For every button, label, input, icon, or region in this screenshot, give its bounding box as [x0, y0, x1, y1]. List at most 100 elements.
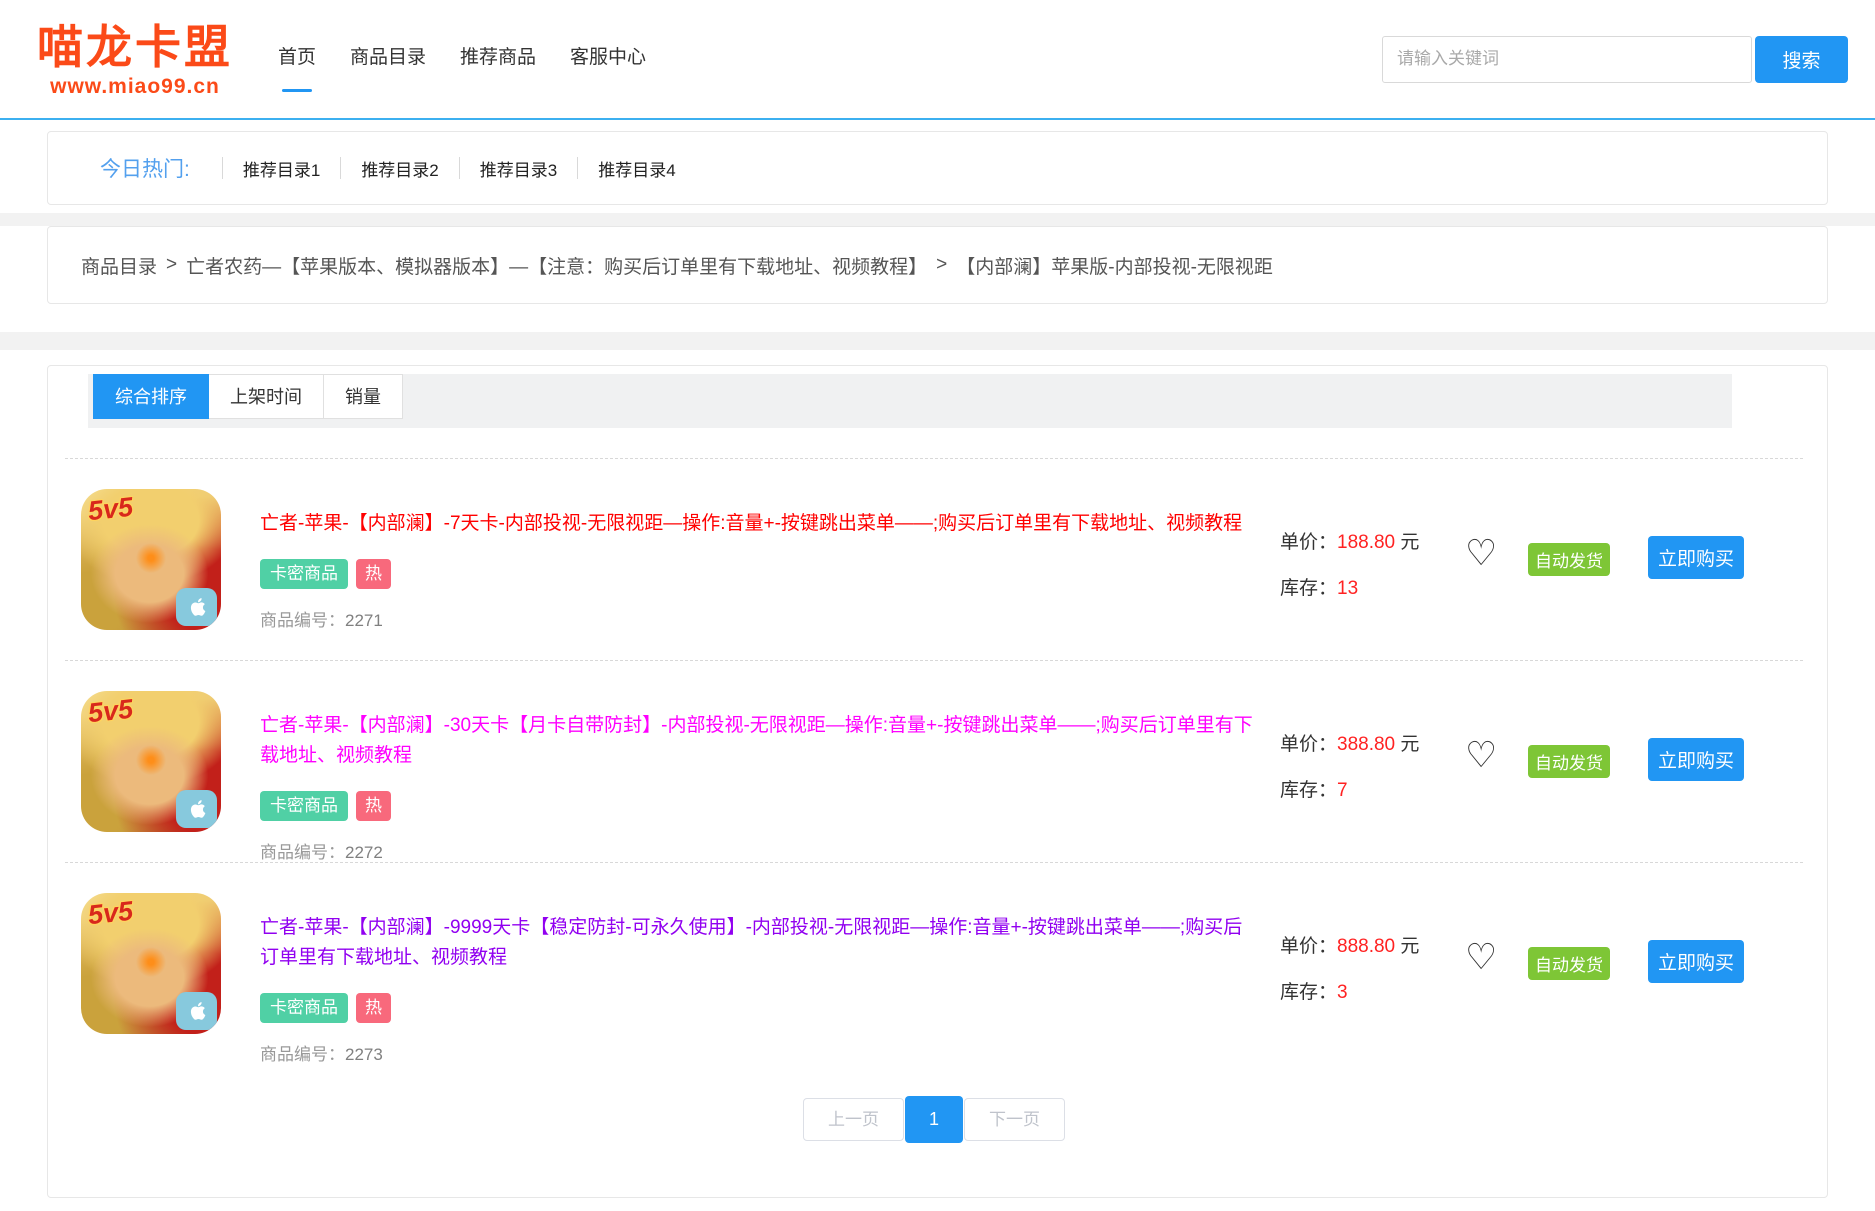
product-info: 亡者-苹果-【内部澜】-9999天卡【稳定防封-可永久使用】-内部投视-无限视距… — [260, 913, 1255, 1065]
favorite-heart-icon[interactable]: ♡ — [1465, 937, 1497, 977]
5v5-badge: 5v5 — [87, 694, 135, 730]
sort-tab-listing-time[interactable]: 上架时间 — [209, 374, 324, 419]
product-row: 5v5 亡者-苹果-【内部澜】-7天卡-内部投视-无限视距—操作:音量+-按键跳… — [65, 458, 1803, 660]
tag-hot: 热 — [356, 559, 391, 589]
sort-tabbar: 综合排序 上架时间 销量 — [88, 374, 1732, 428]
stock-value: 7 — [1337, 780, 1348, 801]
nav-item-recommend[interactable]: 推荐商品 — [460, 26, 536, 92]
stock-label: 库存： — [1280, 982, 1337, 1003]
price-block: 单价：388.80 元 库存：7 — [1280, 733, 1419, 803]
product-image[interactable]: 5v5 — [81, 691, 221, 832]
apple-icon — [176, 790, 217, 828]
price-unit: 元 — [1400, 734, 1419, 755]
apple-icon — [176, 992, 217, 1030]
nav-item-support[interactable]: 客服中心 — [570, 26, 646, 92]
stock-value: 13 — [1337, 578, 1358, 599]
buy-now-button[interactable]: 立即购买 — [1648, 940, 1744, 983]
search-bar: 搜索 — [1382, 36, 1848, 83]
auto-deliver-button[interactable]: 自动发货 — [1528, 947, 1610, 980]
product-info: 亡者-苹果-【内部澜】-30天卡【月卡自带防封】-内部投视-无限视距—操作:音量… — [260, 711, 1255, 863]
price-unit: 元 — [1400, 532, 1419, 553]
5v5-badge: 5v5 — [87, 492, 135, 528]
price-label: 单价： — [1280, 936, 1337, 957]
pagination-current-page[interactable]: 1 — [905, 1096, 963, 1143]
auto-deliver-button[interactable]: 自动发货 — [1528, 543, 1610, 576]
product-tags: 卡密商品 热 — [260, 791, 1255, 821]
sku-label: 商品编号： — [260, 843, 345, 862]
site-logo-title: 喵龙卡盟 — [30, 19, 240, 75]
divider — [459, 157, 460, 179]
hot-bar: 今日热门: 推荐目录1 推荐目录2 推荐目录3 推荐目录4 — [47, 131, 1828, 205]
product-sku: 商品编号：2273 — [260, 1040, 1255, 1065]
product-sku: 商品编号：2272 — [260, 838, 1255, 863]
tag-card-product: 卡密商品 — [260, 993, 348, 1023]
breadcrumb: 商品目录 > 亡者农药—【苹果版本、模拟器版本】—【注意：购买后订单里有下载地址… — [47, 226, 1828, 304]
product-title[interactable]: 亡者-苹果-【内部澜】-30天卡【月卡自带防封】-内部投视-无限视距—操作:音量… — [260, 711, 1255, 771]
product-list-panel: 综合排序 上架时间 销量 5v5 亡者-苹果-【内部澜】-7天卡-内部投视-无限… — [47, 365, 1828, 1198]
breadcrumb-item-category[interactable]: 亡者农药—【苹果版本、模拟器版本】—【注意：购买后订单里有下载地址、视频教程】 — [186, 252, 927, 279]
sort-tab-sales[interactable]: 销量 — [324, 374, 403, 419]
product-row: 5v5 亡者-苹果-【内部澜】-30天卡【月卡自带防封】-内部投视-无限视距—操… — [65, 660, 1803, 862]
tag-card-product: 卡密商品 — [260, 559, 348, 589]
favorite-heart-icon[interactable]: ♡ — [1465, 533, 1497, 573]
section-gap — [0, 213, 1875, 226]
main-nav: 首页 商品目录 推荐商品 客服中心 — [278, 26, 646, 92]
nav-item-label: 首页 — [278, 42, 316, 69]
favorite-heart-icon[interactable]: ♡ — [1465, 735, 1497, 775]
hot-item-2[interactable]: 推荐目录2 — [361, 156, 438, 181]
price-value: 888.80 — [1337, 936, 1395, 957]
tag-card-product: 卡密商品 — [260, 791, 348, 821]
sku-value: 2271 — [345, 611, 383, 630]
5v5-badge: 5v5 — [87, 896, 135, 932]
nav-item-catalog[interactable]: 商品目录 — [350, 26, 426, 92]
product-sku: 商品编号：2271 — [260, 606, 1255, 631]
stock-value: 3 — [1337, 982, 1348, 1003]
price-block: 单价：888.80 元 库存：3 — [1280, 935, 1419, 1005]
product-tags: 卡密商品 热 — [260, 993, 1255, 1023]
pagination: 上一页 1 下一页 — [81, 1096, 1787, 1143]
breadcrumb-separator: > — [936, 254, 947, 276]
nav-item-label: 客服中心 — [570, 42, 646, 69]
pagination-next-button[interactable]: 下一页 — [964, 1098, 1065, 1141]
product-title[interactable]: 亡者-苹果-【内部澜】-9999天卡【稳定防封-可永久使用】-内部投视-无限视距… — [260, 913, 1255, 973]
price-block: 单价：188.80 元 库存：13 — [1280, 531, 1419, 601]
active-tab-underline — [282, 89, 312, 92]
buy-now-button[interactable]: 立即购买 — [1648, 738, 1744, 781]
stock-label: 库存： — [1280, 780, 1337, 801]
sku-value: 2272 — [345, 843, 383, 862]
price-value: 188.80 — [1337, 532, 1395, 553]
section-gap — [0, 332, 1875, 350]
site-logo[interactable]: 喵龙卡盟 www.miao99.cn — [30, 19, 240, 99]
auto-deliver-button[interactable]: 自动发货 — [1528, 745, 1610, 778]
stock-label: 库存： — [1280, 578, 1337, 599]
divider — [340, 157, 341, 179]
search-button[interactable]: 搜索 — [1755, 36, 1848, 83]
buy-now-button[interactable]: 立即购买 — [1648, 536, 1744, 579]
nav-item-home[interactable]: 首页 — [278, 26, 316, 92]
hot-item-1[interactable]: 推荐目录1 — [243, 156, 320, 181]
product-image[interactable]: 5v5 — [81, 893, 221, 1034]
hot-item-3[interactable]: 推荐目录3 — [480, 156, 557, 181]
apple-icon — [176, 588, 217, 626]
product-title[interactable]: 亡者-苹果-【内部澜】-7天卡-内部投视-无限视距—操作:音量+-按键跳出菜单—… — [260, 509, 1255, 539]
site-logo-url: www.miao99.cn — [30, 75, 240, 99]
product-info: 亡者-苹果-【内部澜】-7天卡-内部投视-无限视距—操作:音量+-按键跳出菜单—… — [260, 509, 1255, 631]
product-tags: 卡密商品 热 — [260, 559, 1255, 589]
divider — [222, 157, 223, 179]
pagination-prev-button[interactable]: 上一页 — [803, 1098, 904, 1141]
hot-item-4[interactable]: 推荐目录4 — [598, 156, 675, 181]
sort-tab-composite[interactable]: 综合排序 — [93, 374, 209, 419]
product-image[interactable]: 5v5 — [81, 489, 221, 630]
nav-item-label: 商品目录 — [350, 42, 426, 69]
breadcrumb-item-current[interactable]: 【内部澜】苹果版-内部投视-无限视距 — [956, 252, 1273, 279]
hot-bar-label: 今日热门: — [100, 153, 190, 183]
header: 喵龙卡盟 www.miao99.cn 首页 商品目录 推荐商品 客服中心 搜索 — [0, 0, 1875, 120]
product-rows: 5v5 亡者-苹果-【内部澜】-7天卡-内部投视-无限视距—操作:音量+-按键跳… — [81, 458, 1787, 1064]
breadcrumb-item-catalog[interactable]: 商品目录 — [81, 252, 157, 279]
sku-value: 2273 — [345, 1045, 383, 1064]
search-input[interactable] — [1382, 36, 1752, 83]
breadcrumb-separator: > — [166, 254, 177, 276]
price-label: 单价： — [1280, 532, 1337, 553]
nav-item-label: 推荐商品 — [460, 42, 536, 69]
price-unit: 元 — [1400, 936, 1419, 957]
